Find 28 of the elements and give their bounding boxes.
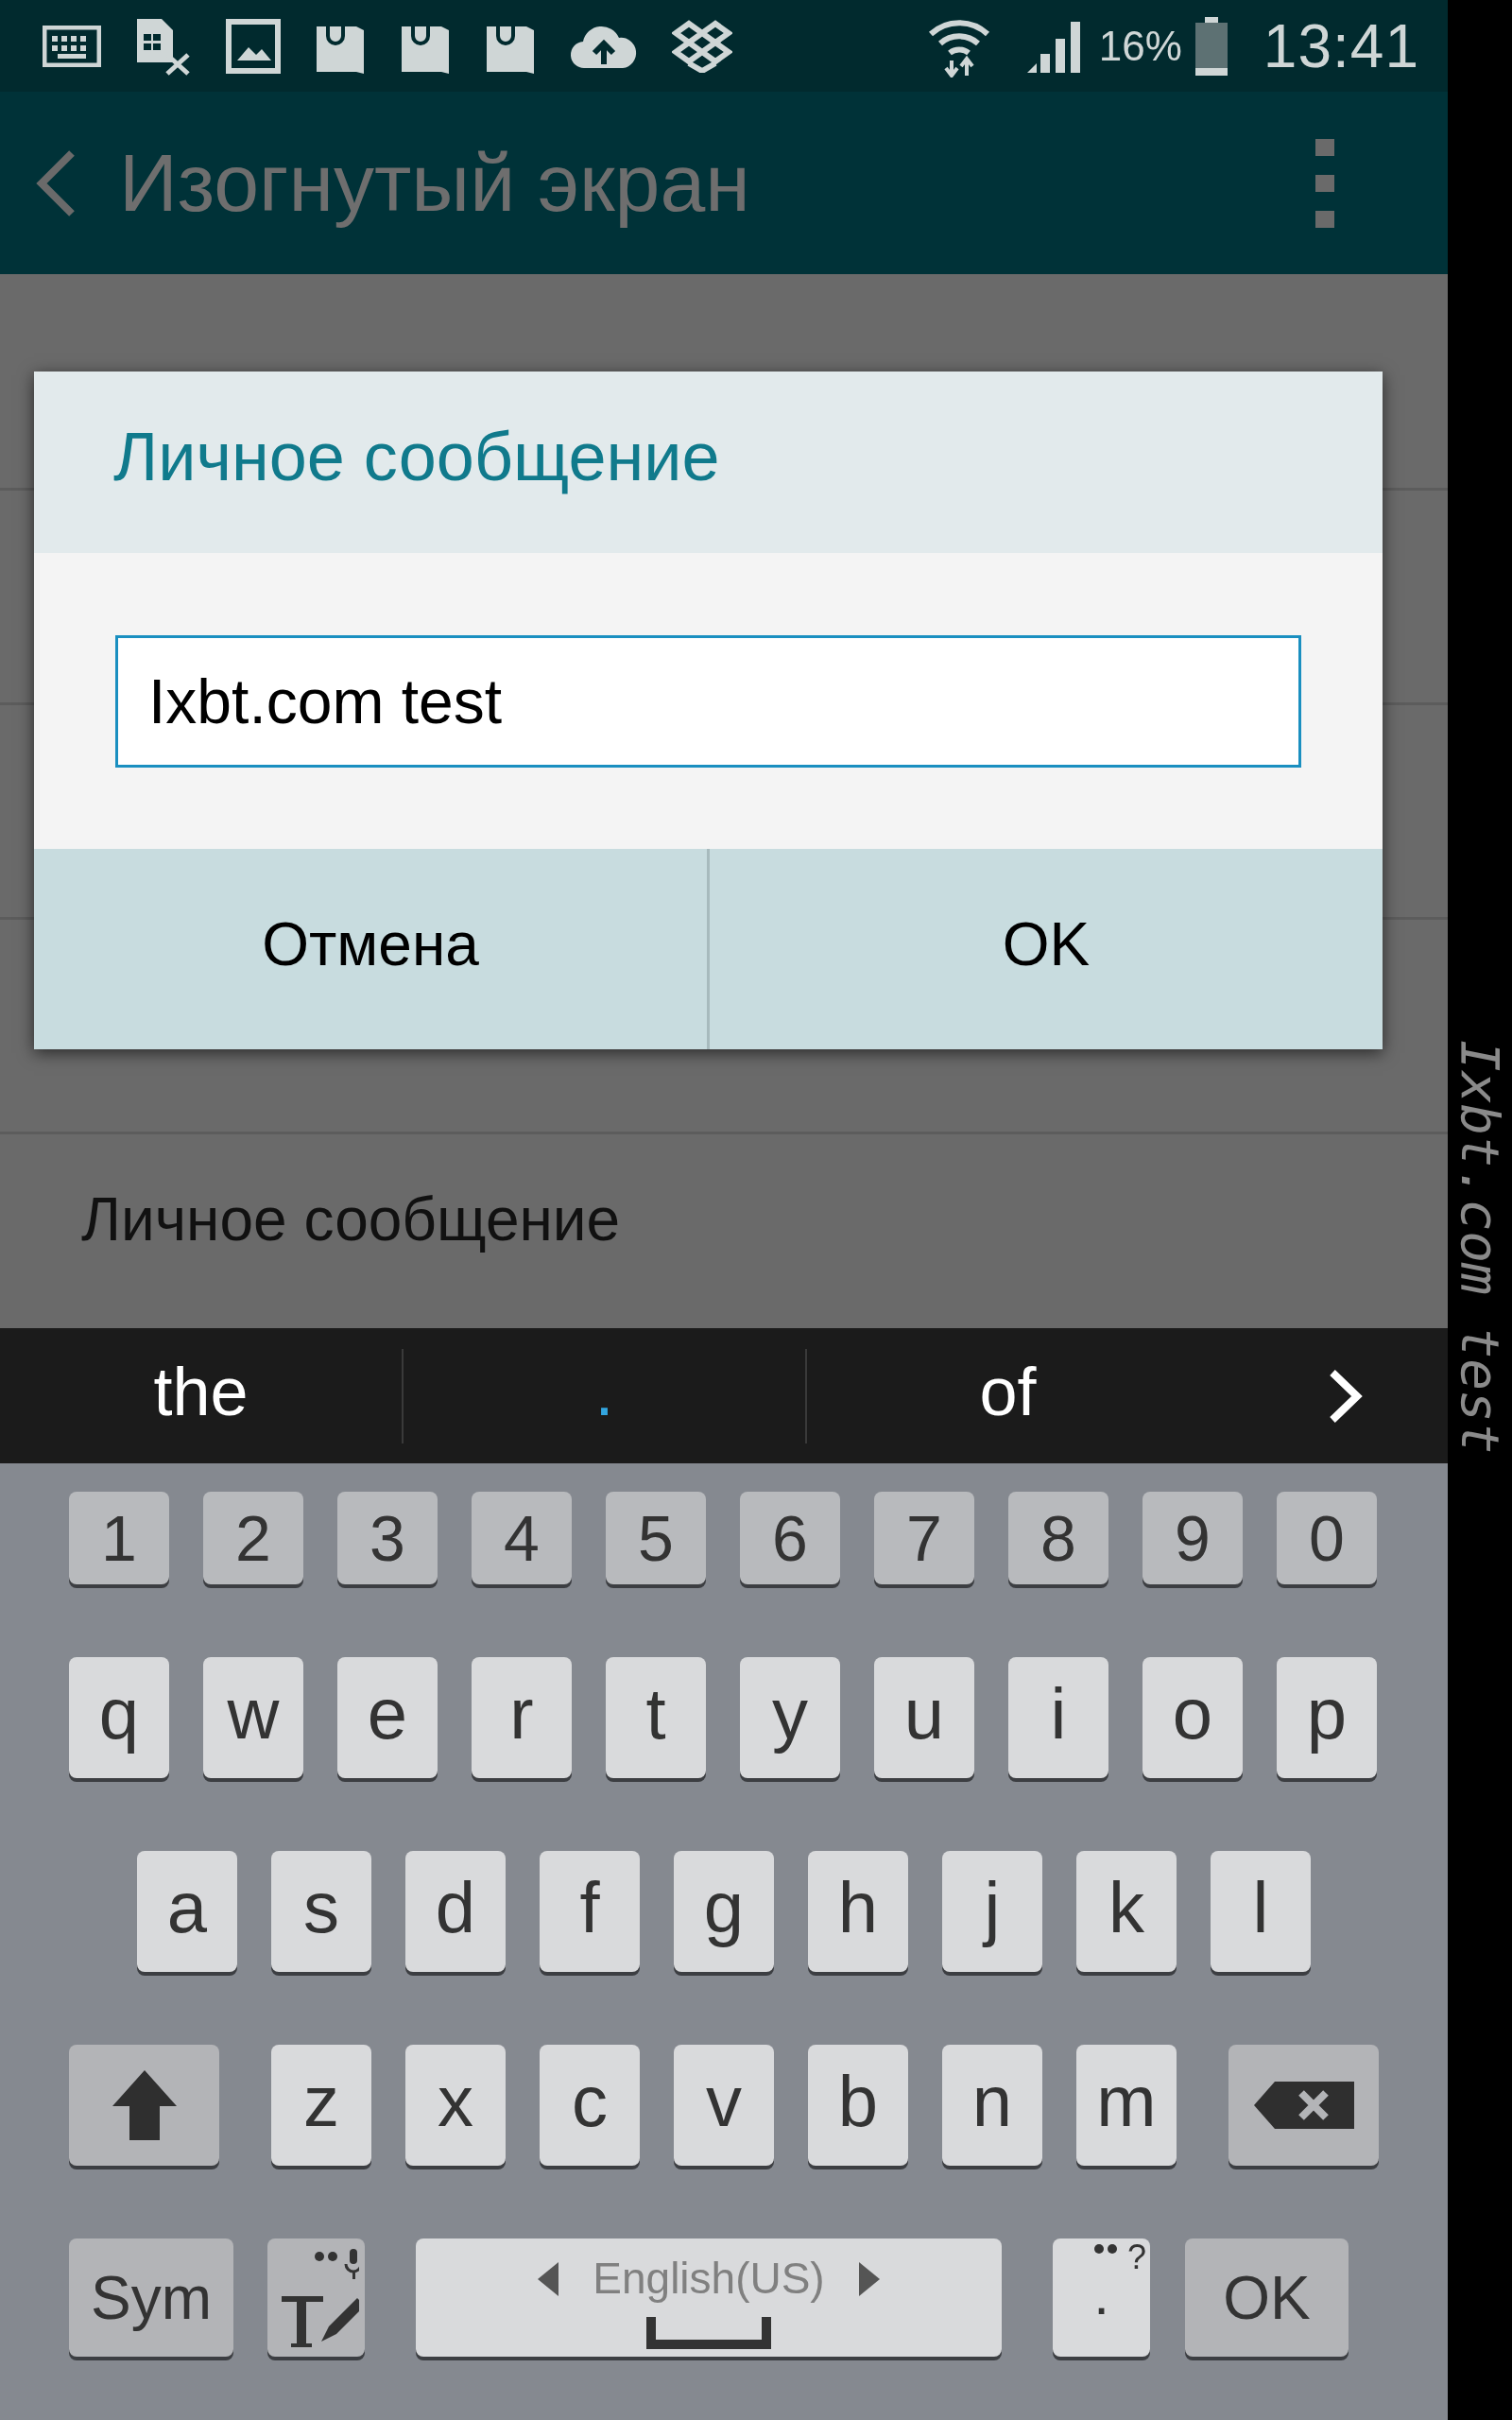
- back-icon: [36, 148, 77, 217]
- triangle-right-icon: [858, 2261, 880, 2296]
- dialog-button[interactable]: OK: [710, 849, 1383, 1049]
- dialog-button[interactable]: Отмена: [34, 849, 707, 1049]
- screen-title: Изогнутый экран: [119, 136, 750, 230]
- backspace-icon: [1251, 2080, 1356, 2131]
- edge-message: Ixbt.com test: [1449, 1040, 1512, 1457]
- message-input[interactable]: Ixbt.com test: [115, 635, 1301, 768]
- arrow-up-icon: [110, 2068, 179, 2142]
- suggestion[interactable]: the: [0, 1328, 402, 1463]
- triangle-left-icon: [538, 2261, 559, 2296]
- key-hint: ?: [1126, 2240, 1146, 2274]
- suggestion[interactable]: .: [404, 1328, 805, 1463]
- clock: 13:41: [1263, 10, 1419, 82]
- dialog-title: Личное сообщение: [113, 418, 720, 496]
- sim-card-error-icon: [135, 16, 192, 76]
- space-bar-icon: [646, 2317, 771, 2349]
- dots-icon: [1094, 2244, 1117, 2254]
- language-label: English(US): [593, 2253, 825, 2305]
- back-button[interactable]: [36, 148, 77, 217]
- more-icon: [1315, 138, 1334, 228]
- overflow-menu-button[interactable]: [1315, 138, 1334, 228]
- battery-icon: [1193, 16, 1229, 76]
- box-icon: [672, 19, 732, 73]
- keyboard-icon: [43, 25, 101, 67]
- suggestion[interactable]: of: [807, 1328, 1209, 1463]
- battery-percentage: 16%: [1098, 21, 1182, 71]
- image-icon: [226, 18, 281, 74]
